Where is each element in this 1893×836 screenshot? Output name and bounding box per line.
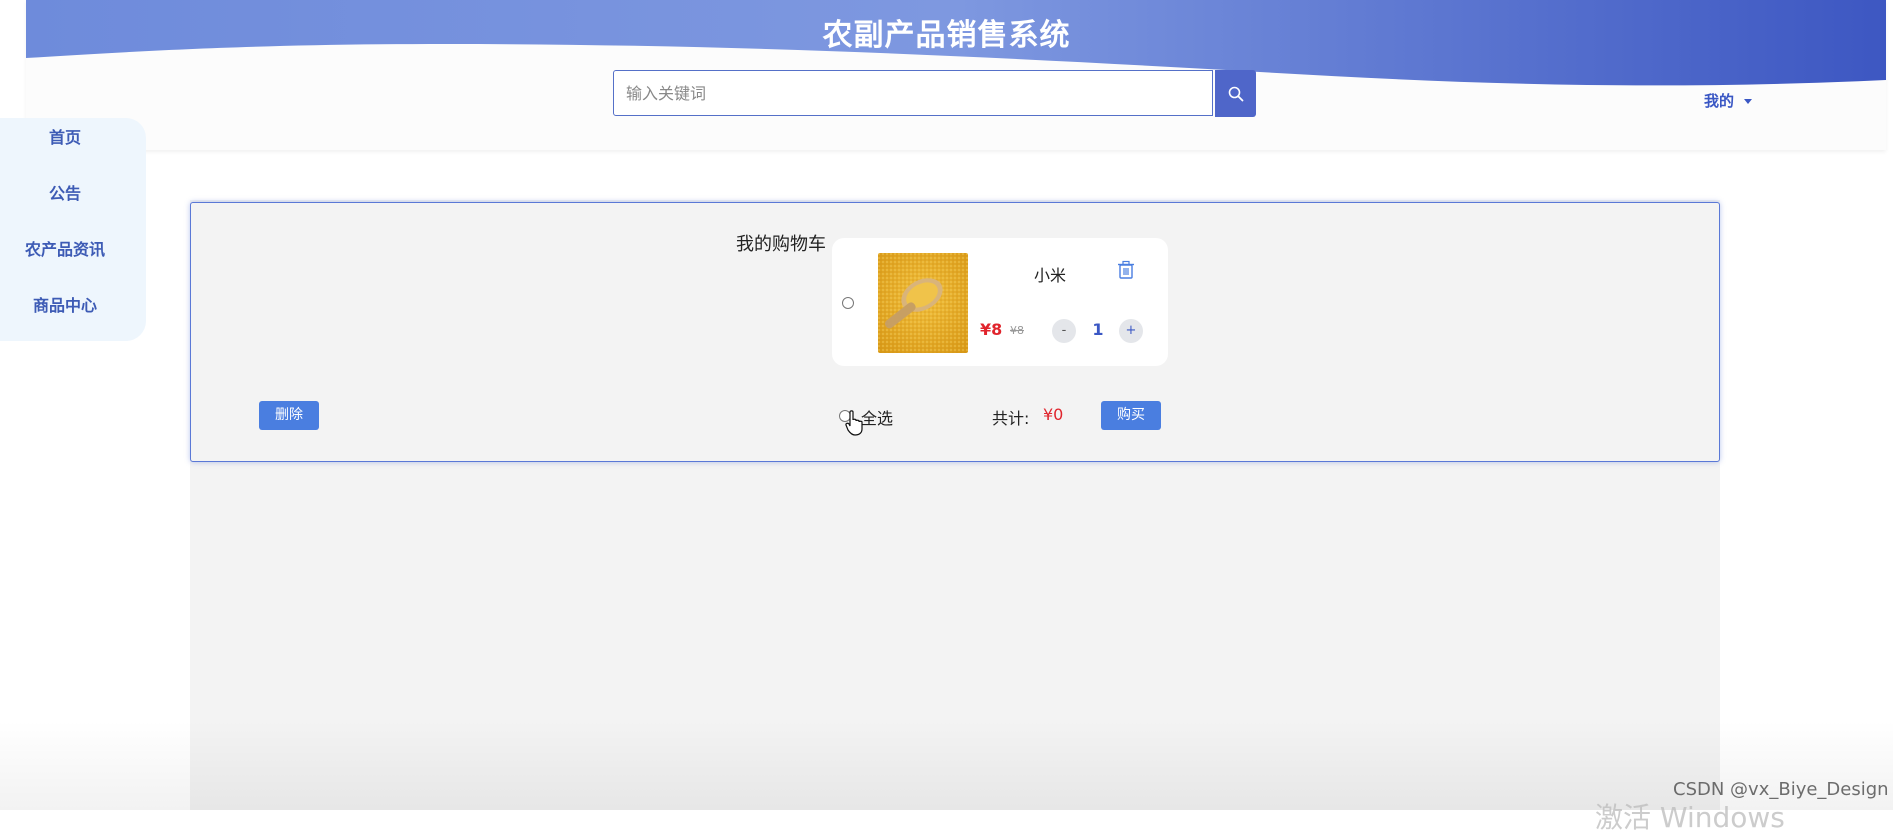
sidebar-item-announcements[interactable]: 公告 <box>0 180 130 204</box>
quantity-value: 1 <box>1092 320 1104 339</box>
search-icon <box>1228 86 1243 101</box>
total-label: 共计: <box>992 409 1030 428</box>
millet-image-graphic <box>878 253 968 353</box>
cart-title: 我的购物车 <box>736 234 826 255</box>
chevron-down-icon <box>1744 99 1753 104</box>
quantity-increase-button[interactable]: + <box>1119 319 1143 343</box>
user-menu[interactable]: 我的 <box>1704 90 1753 111</box>
product-price: ¥8 <box>980 320 1003 339</box>
search-input[interactable] <box>614 71 1212 115</box>
buy-button[interactable]: 购买 <box>1101 401 1161 430</box>
quantity-decrease-button[interactable]: - <box>1052 319 1076 343</box>
user-menu-label: 我的 <box>1704 92 1735 110</box>
sidebar-item-home[interactable]: 首页 <box>0 124 130 148</box>
trash-icon[interactable] <box>1116 260 1136 280</box>
total-value: ¥0 <box>1043 405 1064 424</box>
sidebar-item-products[interactable]: 商品中心 <box>0 292 130 316</box>
activate-windows-watermark: 激活 Windows <box>1595 801 1785 834</box>
select-all-label[interactable]: 全选 <box>861 405 893 429</box>
site-title: 农副产品销售系统 <box>822 18 1071 53</box>
sidebar-item-news[interactable]: 农产品资讯 <box>0 236 130 260</box>
sidebar-nav: 首页 公告 农产品资讯 商品中心 <box>0 118 146 341</box>
millet-product-image <box>878 253 968 353</box>
delete-button[interactable]: 删除 <box>259 401 319 430</box>
search-box[interactable] <box>613 70 1213 116</box>
hand-cursor-icon <box>845 410 863 436</box>
product-name: 小米 <box>1033 266 1066 285</box>
search-button[interactable] <box>1215 70 1256 117</box>
product-original-price: ¥8 <box>1010 324 1024 337</box>
item-select-radio[interactable] <box>842 297 854 309</box>
